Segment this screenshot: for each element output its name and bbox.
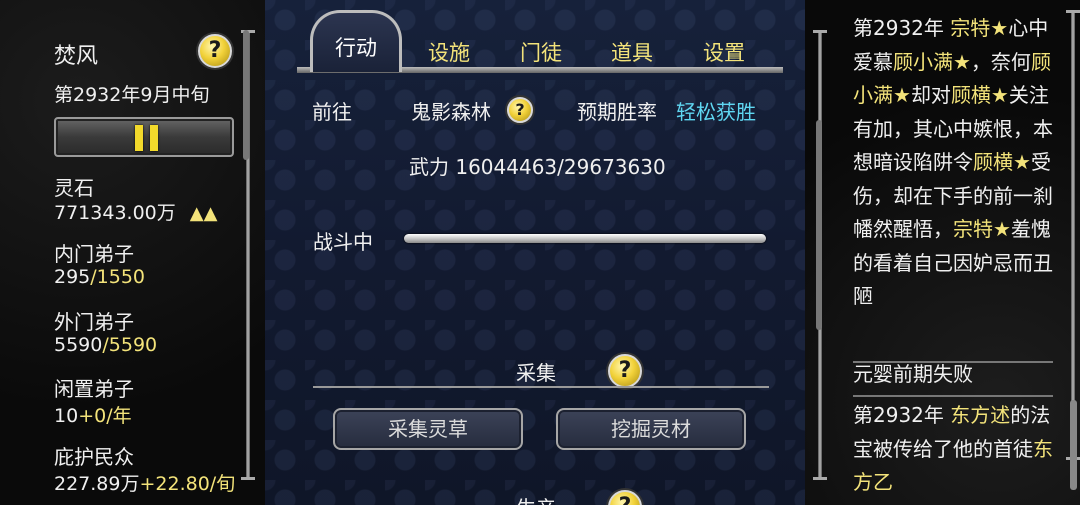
left-scrollbar-thumb[interactable] bbox=[243, 30, 249, 160]
log-text: 第2932年 bbox=[853, 16, 951, 40]
trend-up-icon: ▲▲ bbox=[189, 203, 218, 224]
idle-disciples-value: 10+0/年 bbox=[54, 405, 132, 427]
log-entry-3: 第2932年 东方述的法宝被传给了他的首徒东方乙 bbox=[853, 399, 1058, 500]
tab-items[interactable]: 道具 bbox=[588, 34, 676, 72]
sect-name: 焚风 bbox=[54, 44, 99, 69]
tab-facilities[interactable]: 设施 bbox=[405, 34, 493, 72]
tab-action[interactable]: 行动 bbox=[310, 10, 402, 72]
win-rate-value: 轻松获胜 bbox=[676, 100, 756, 124]
spirit-stone-value: 771343.00万 ▲▲ bbox=[54, 202, 218, 224]
log-text: ，奈何 bbox=[970, 49, 1031, 74]
battle-status-label: 战斗中 bbox=[313, 230, 373, 254]
log-entry-1: 第2932年 宗特★心中爱慕顾小满★，奈何顾小满★却对顾横★关注有加，其心中嫉恨… bbox=[853, 12, 1058, 314]
log-name-highlight: 宗特★ bbox=[950, 16, 1009, 40]
power-value: 16044463/29673630 bbox=[455, 155, 666, 179]
log-name-highlight: 东方述 bbox=[950, 403, 1011, 427]
log-entry-2: 元婴前期失败 bbox=[853, 358, 1058, 392]
spirit-stone-label: 灵石 bbox=[54, 176, 94, 200]
pause-icon bbox=[135, 125, 143, 151]
game-date: 第2932年9月中旬 bbox=[54, 84, 210, 106]
log-name-highlight: 顾横★ bbox=[973, 150, 1031, 174]
gather-divider bbox=[313, 386, 769, 388]
pause-button[interactable] bbox=[54, 117, 234, 157]
right-scrollbar-track[interactable] bbox=[1066, 10, 1080, 460]
idle-disciples-label: 闲置弟子 bbox=[54, 377, 134, 401]
center-scrollbar-thumb[interactable] bbox=[816, 120, 822, 330]
log-name-highlight: 顾小满★ bbox=[893, 49, 971, 74]
log-text: 元婴前期失败 bbox=[853, 362, 973, 386]
protected-people-value: 227.89万+22.80/旬 bbox=[54, 473, 236, 495]
inner-disciples-value: 295/1550 bbox=[54, 266, 146, 288]
power-display: 武力 16044463/29673630 bbox=[409, 151, 666, 180]
gather-section-title: 采集 bbox=[516, 361, 556, 385]
log-name-highlight: 顾横★ bbox=[950, 83, 1009, 107]
destination-name[interactable]: 鬼影森林 bbox=[411, 96, 491, 125]
inner-disciples-label: 内门弟子 bbox=[54, 242, 134, 266]
sect-help-icon[interactable]: ? bbox=[198, 34, 232, 68]
production-section-title: 生产 bbox=[516, 492, 556, 505]
right-scrollbar-thumb[interactable] bbox=[1070, 400, 1077, 490]
mine-materials-button[interactable]: 挖掘灵材 bbox=[556, 408, 746, 450]
destination-help-icon[interactable]: ? bbox=[507, 97, 533, 123]
log-text: 第2932年 bbox=[853, 403, 951, 427]
tab-disciples[interactable]: 门徒 bbox=[497, 34, 585, 72]
gather-help-icon[interactable]: ? bbox=[608, 354, 642, 388]
tab-settings[interactable]: 设置 bbox=[680, 34, 768, 72]
log-divider bbox=[853, 395, 1053, 397]
outer-disciples-label: 外门弟子 bbox=[54, 310, 134, 334]
protected-people-label: 庇护民众 bbox=[54, 445, 134, 469]
goto-label: 前往 bbox=[312, 100, 352, 124]
battle-progress-bar bbox=[404, 234, 766, 243]
log-name-highlight: 宗特★ bbox=[953, 217, 1011, 241]
outer-disciples-value: 5590/5590 bbox=[54, 334, 158, 356]
log-text: 却对 bbox=[910, 83, 951, 107]
gather-herbs-button[interactable]: 采集灵草 bbox=[333, 408, 523, 450]
power-label: 武力 bbox=[409, 155, 449, 179]
win-rate-label: 预期胜率 bbox=[577, 100, 657, 124]
